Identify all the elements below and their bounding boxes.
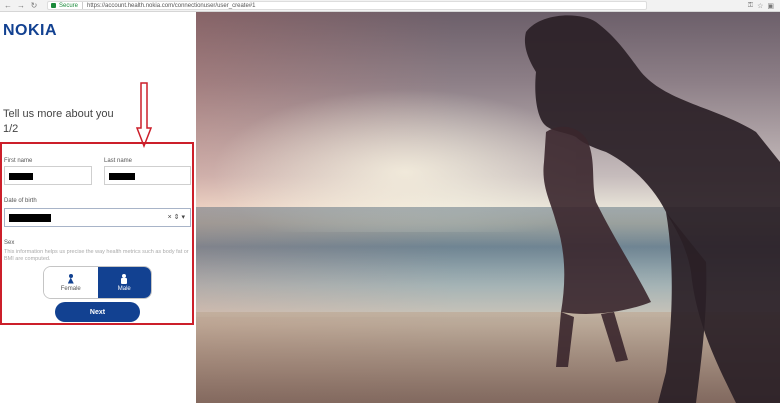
forward-icon[interactable]: → <box>16 1 26 11</box>
signup-panel: NOKIA Tell us more about you 1/2 First n… <box>0 12 196 403</box>
redacted-last-name <box>109 173 135 180</box>
url-text: https://account.health.nokia.com/connect… <box>87 2 256 9</box>
female-icon <box>67 273 74 284</box>
redacted-first-name <box>9 173 33 180</box>
address-bar[interactable]: Secure https://account.health.nokia.com/… <box>47 1 647 10</box>
lock-icon <box>51 3 56 8</box>
page-title: Tell us more about you <box>3 108 114 120</box>
step-indicator: 1/2 <box>3 123 19 135</box>
key-icon[interactable]: ⚿ <box>748 2 753 10</box>
mother-child-silhouette <box>524 15 780 403</box>
sex-label: Sex <box>4 240 15 246</box>
sex-toggle: Female Male <box>43 266 152 299</box>
nokia-logo: NOKIA <box>3 22 58 39</box>
last-name-input[interactable] <box>104 166 191 185</box>
back-icon[interactable]: ← <box>3 1 13 11</box>
female-option[interactable]: Female <box>44 267 98 298</box>
reload-icon[interactable]: ↻ <box>29 1 39 11</box>
last-name-label: Last name <box>104 158 133 164</box>
hero-image <box>196 12 780 403</box>
dob-controls[interactable]: × ⇕ ▾ <box>168 213 185 221</box>
sex-info-text: This information helps us precise the wa… <box>4 249 189 262</box>
star-icon[interactable]: ☆ <box>757 2 763 10</box>
male-option[interactable]: Male <box>97 267 151 298</box>
male-icon <box>121 273 128 284</box>
arrow-down-annotation-icon <box>136 82 152 148</box>
secure-label: Secure <box>59 2 79 9</box>
female-label: Female <box>60 285 81 292</box>
browser-toolbar: ← → ↻ Secure https://account.health.noki… <box>0 0 780 12</box>
first-name-input[interactable] <box>4 166 92 185</box>
dob-input[interactable]: × ⇕ ▾ <box>4 208 191 227</box>
redacted-dob <box>9 214 51 222</box>
address-divider <box>82 2 84 9</box>
dob-label: Date of birth <box>4 198 37 204</box>
male-label: Male <box>117 285 131 292</box>
first-name-label: First name <box>4 158 33 164</box>
next-button[interactable]: Next <box>55 302 140 322</box>
extension-icon[interactable]: ▣ <box>767 2 774 10</box>
highlighted-form-box: First name Last name Date of birth × ⇕ ▾… <box>0 142 194 325</box>
browser-extension-icons: ⚿ ☆ ▣ <box>748 2 780 10</box>
